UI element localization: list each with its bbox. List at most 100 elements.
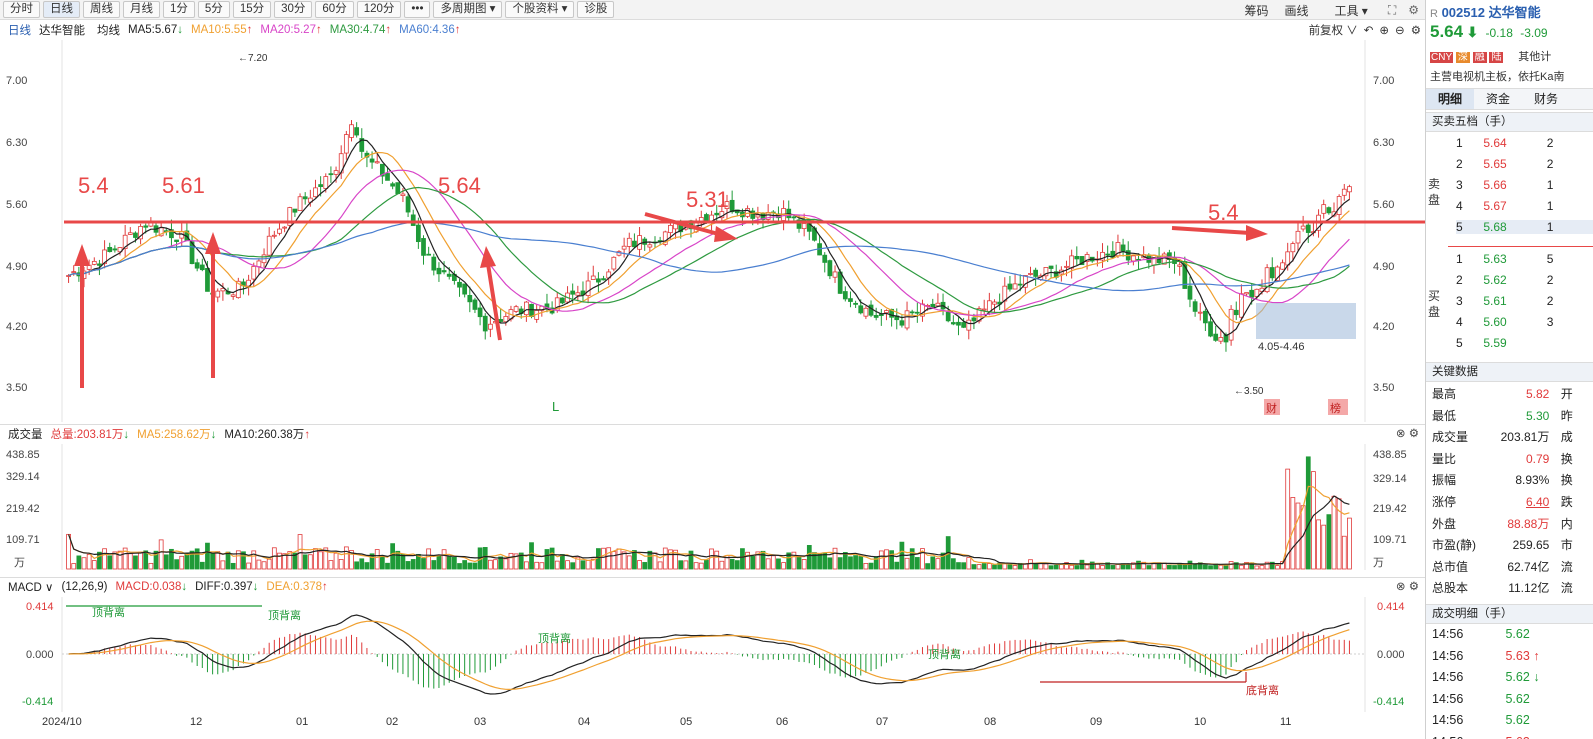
multi-period-dropdown[interactable]: 多周期图 ▾ — [433, 1, 503, 18]
volume-bar — [781, 562, 786, 570]
bid-level-row[interactable]: 2 5.62 2 — [1456, 273, 1593, 287]
volume-bar — [1347, 517, 1352, 570]
candle-body — [868, 304, 874, 316]
candle-body — [858, 305, 864, 314]
candle-body — [143, 225, 149, 228]
candle-body — [194, 262, 200, 269]
macd-y-axis-left: 0.414 0.000 -0.414 — [22, 601, 54, 708]
period-30min-button[interactable]: 30分 — [274, 1, 313, 18]
period-weekly-button[interactable]: 周线 — [83, 1, 120, 18]
period-15min-button[interactable]: 15分 — [232, 1, 272, 18]
period-60min-button[interactable]: 60分 — [315, 1, 354, 18]
candle-body — [1120, 244, 1126, 252]
candle-body — [395, 182, 401, 195]
volume-bar — [210, 552, 215, 570]
candle-body — [405, 196, 411, 213]
side-tabs: 明细 资金 财务 — [1426, 88, 1593, 110]
volume-panel-controls[interactable]: ⊗ ⚙ — [1396, 426, 1419, 440]
stock-info-dropdown[interactable]: 个股资料 ▾ — [505, 1, 575, 18]
period-120min-button[interactable]: 120分 — [356, 1, 402, 18]
candle-body — [637, 235, 642, 250]
volume-bar — [1007, 564, 1013, 570]
settings-icon[interactable]: ⚙ — [1411, 23, 1421, 37]
ask-level-row[interactable]: 2 5.65 2 — [1456, 157, 1593, 171]
tab-detail[interactable]: 明细 — [1426, 89, 1474, 109]
volume-bar — [837, 557, 843, 570]
bid-level-row[interactable]: 1 5.63 5 — [1456, 252, 1593, 266]
volume-bar — [1095, 563, 1100, 570]
volume-bar — [333, 552, 339, 570]
volume-bar — [194, 548, 200, 570]
ask-level-row[interactable]: 5 5.68 1 — [1456, 220, 1593, 234]
volume-chart[interactable]: 438.85 219.42 329.14 109.71 万 438.85 329… — [0, 443, 1425, 571]
candle-body — [1244, 292, 1249, 295]
period-daily-button[interactable]: 日线 — [43, 1, 80, 18]
fullscreen-icon[interactable]: ⛶ — [1388, 3, 1396, 18]
candle-body — [127, 232, 133, 235]
period-1min-button[interactable]: 1分 — [163, 1, 195, 18]
candle-body — [863, 307, 869, 317]
ask-level-row[interactable]: 4 5.67 1 — [1456, 199, 1593, 213]
volume-bar — [925, 563, 930, 570]
candle-body — [1280, 262, 1285, 270]
macd-y-axis-right: 0.414 0.000 -0.414 — [1373, 601, 1405, 708]
settings-icon[interactable]: ⚙ — [1408, 3, 1419, 17]
volume-bar — [832, 547, 838, 570]
candle-body — [199, 264, 205, 271]
candle-body — [251, 266, 257, 280]
period-monthly-button[interactable]: 月线 — [123, 1, 160, 18]
macd-panel-controls[interactable]: ⊗ ⚙ — [1396, 579, 1419, 593]
macd-chart[interactable]: 0.414 0.000 -0.414 0.414 0.000 -0.414 顶背… — [0, 596, 1425, 739]
candle-body — [415, 224, 421, 243]
candle-body — [791, 216, 797, 219]
ma20-value: MA20:5.27↑ — [260, 24, 322, 36]
candle-body — [560, 297, 565, 304]
bid-level-row[interactable]: 3 5.61 2 — [1456, 294, 1593, 308]
price-row: 5.64 ⬇ -0.18 -3.09 — [1430, 22, 1548, 42]
volume-bar — [205, 542, 210, 570]
period-intraday-button[interactable]: 分时 — [3, 1, 40, 18]
candle-body — [1187, 285, 1193, 300]
tools-dropdown[interactable]: 工具 ▾ — [1334, 2, 1367, 19]
macd-title-dropdown[interactable]: MACD ∨ — [8, 580, 53, 594]
trade-row: 14:56 5.62 — [1432, 691, 1530, 706]
adjust-dropdown[interactable]: 前复权 ∨ — [1309, 22, 1358, 38]
candle-body — [1347, 186, 1352, 193]
candle-body — [575, 292, 581, 296]
ma5-value: MA5:5.67↓ — [128, 24, 183, 36]
bid-level-row[interactable]: 5 5.59 — [1456, 336, 1593, 350]
volume-bar — [889, 550, 894, 570]
svg-text:顶背离: 顶背离 — [538, 631, 571, 645]
chips-button[interactable]: 筹码 — [1244, 2, 1268, 19]
back-icon[interactable]: ↶ — [1364, 23, 1374, 37]
volume-bar — [683, 560, 689, 570]
bid-level-row[interactable]: 4 5.60 3 — [1456, 315, 1593, 329]
volume-bar — [534, 561, 540, 570]
volume-bar — [894, 561, 900, 570]
tab-finance[interactable]: 财务 — [1522, 89, 1570, 109]
candle-body — [1290, 243, 1296, 253]
svg-text:2024/10: 2024/10 — [42, 716, 82, 728]
kline-chart[interactable]: 7.00 6.30 5.60 4.90 4.20 3.50 7.00 6.30 … — [0, 39, 1425, 424]
annotation-price: 5.31 — [686, 187, 729, 212]
key-data-row: 市盈(静) 259.65 市 — [1432, 538, 1573, 553]
candle-body — [529, 303, 534, 317]
candle-body — [570, 290, 576, 295]
volume-bar — [225, 551, 231, 570]
period-5min-button[interactable]: 5分 — [197, 1, 230, 18]
zoom-out-icon[interactable]: ⊖ — [1395, 23, 1405, 37]
candle-body — [827, 260, 833, 277]
volume-bar — [127, 553, 133, 570]
diagnose-button[interactable]: 诊股 — [577, 1, 615, 18]
ask-level-row[interactable]: 1 5.64 2 — [1456, 136, 1593, 150]
candle-body — [848, 298, 853, 302]
svg-text:438.85: 438.85 — [1373, 449, 1407, 461]
draw-button[interactable]: 画线 — [1284, 2, 1308, 19]
more-periods-button[interactable]: ••• — [404, 1, 431, 18]
y-tick-right: 5.60 — [1373, 199, 1394, 211]
tab-funds[interactable]: 资金 — [1474, 89, 1522, 109]
ask-level-row[interactable]: 3 5.66 1 — [1456, 178, 1593, 192]
zoom-in-icon[interactable]: ⊕ — [1379, 23, 1389, 37]
range-selection-box[interactable] — [1256, 303, 1356, 339]
candle-body — [205, 268, 210, 292]
